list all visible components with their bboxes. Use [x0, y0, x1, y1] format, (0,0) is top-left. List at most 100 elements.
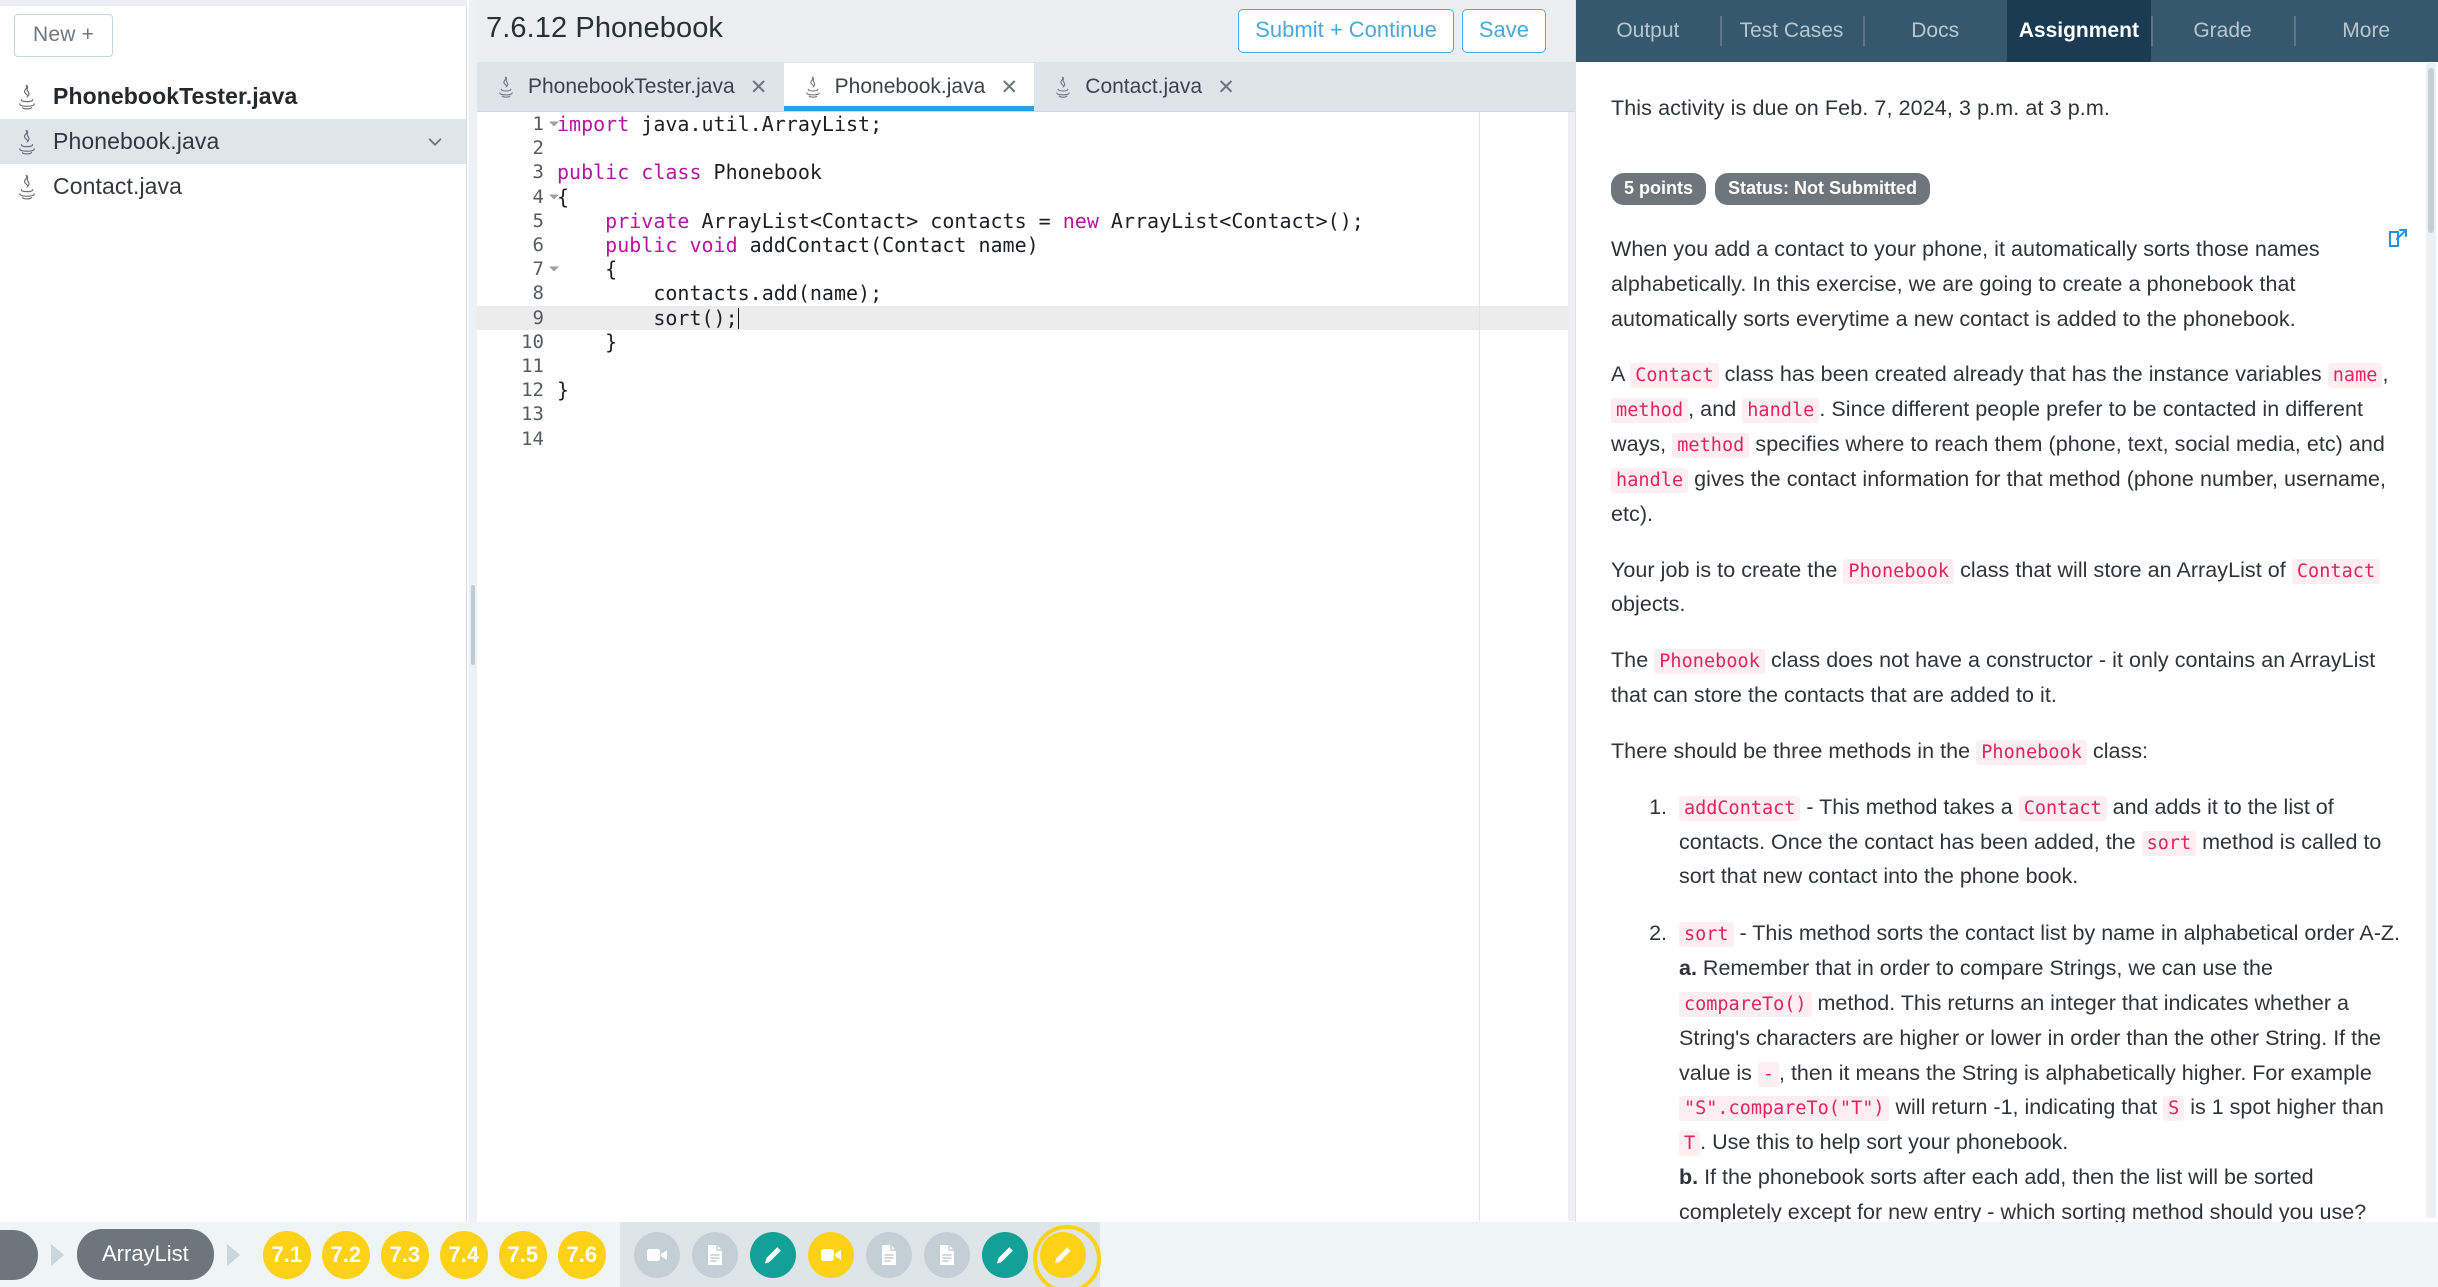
right-panel-tab[interactable]: Test Cases — [1719, 0, 1864, 62]
assignment-scrollbar-thumb[interactable] — [2428, 68, 2434, 233]
right-panel-tabs: Output Test Cases Docs Assignment Grade More — [1576, 0, 2438, 62]
points-badge: 5 points — [1611, 173, 1707, 205]
code-lines: 1 import java.util.ArrayList; 2 3 public cla… — [477, 112, 1575, 451]
doc-icon — [707, 1244, 722, 1265]
lesson-dot[interactable]: 7.4 — [439, 1230, 488, 1279]
line-number: 13 — [521, 403, 544, 426]
code-keyword: new — [1062, 208, 1099, 233]
code-line[interactable]: 6 public void addContact(Contact name) — [477, 233, 1575, 257]
activity-pencil-icon[interactable] — [1032, 1224, 1101, 1287]
paragraph-text: class that will store an ArrayList of — [1954, 557, 2292, 582]
code-editor-pane: 7.6.12 Phonebook Submit + Continue Save … — [477, 0, 1575, 1222]
code-line[interactable]: 12} — [477, 378, 1575, 402]
java-file-icon — [19, 174, 35, 199]
right-panel-tab[interactable]: Docs — [1863, 0, 2007, 62]
code-line[interactable]: 5 private ArrayList<Contact> contacts = … — [477, 209, 1575, 233]
code-fold-icon[interactable] — [549, 121, 559, 127]
assignment-scrollbar[interactable] — [2426, 63, 2436, 1218]
code-line-content: public class Phonebook — [550, 160, 822, 184]
code-text-span: ArrayList<Contact>(); — [1098, 208, 1364, 233]
code-line-content: } — [550, 330, 617, 354]
right-panel-tab[interactable]: Output — [1576, 0, 1720, 62]
code-fold-icon[interactable] — [549, 194, 559, 200]
paragraph-text: There should be three methods in the — [1611, 738, 1977, 763]
java-file-icon — [19, 129, 35, 154]
lesson-dot[interactable]: 7.5 — [498, 1230, 547, 1279]
sidebar-editor-splitter[interactable] — [469, 0, 477, 1222]
inline-code: sort — [1679, 922, 1734, 948]
editor-vertical-scrollbar[interactable] — [1568, 112, 1575, 1221]
activity-doc-icon[interactable] — [923, 1231, 970, 1278]
activity-pencil-icon[interactable] — [749, 1231, 796, 1278]
code-line[interactable]: 8 contacts.add(name); — [477, 281, 1575, 305]
code-line[interactable]: 7 { — [477, 257, 1575, 281]
code-line[interactable]: 14 — [477, 426, 1575, 450]
right-panel-tab-label: Output — [1616, 19, 1680, 42]
sidebar-file-item[interactable]: PhonebookTester.java — [0, 74, 466, 119]
right-panel-tab[interactable]: More — [2294, 0, 2438, 62]
lesson-dot[interactable]: 7.2 — [321, 1230, 370, 1279]
splitter-grip[interactable] — [471, 585, 475, 665]
inline-code: Contact — [2018, 795, 2107, 821]
inline-code: "S".compareTo("T") — [1679, 1096, 1890, 1122]
code-fold-icon[interactable] — [549, 266, 559, 272]
submit-continue-button[interactable]: Submit + Continue — [1238, 9, 1454, 53]
right-panel-tab-label: Grade — [2193, 19, 2252, 42]
sidebar-file-item[interactable]: Contact.java — [0, 164, 466, 209]
editor-tabstrip: PhonebookTester.java ✕ Phonebook.java ✕ Cont… — [477, 63, 1575, 112]
editor-tab[interactable]: Contact.java ✕ — [1034, 63, 1252, 111]
line-number: 7 — [477, 258, 559, 280]
breadcrumb-unit[interactable]: ArrayList — [77, 1229, 214, 1280]
code-text-span: addContact(Contact name) — [737, 233, 1039, 258]
pencil-icon — [1054, 1246, 1071, 1263]
file-list: PhonebookTester.java Phonebook.java Contac… — [0, 74, 466, 209]
list-sub-marker: b. — [1679, 1165, 1699, 1190]
code-line[interactable]: 4{ — [477, 185, 1575, 209]
activity-video-icon[interactable] — [633, 1231, 680, 1278]
lesson-dot[interactable]: 7.1 — [262, 1230, 311, 1279]
line-number: 2 — [532, 137, 544, 160]
assignment-paragraph: Your job is to create the Phonebook clas… — [1611, 553, 2406, 623]
assignment-sub-item: a. Remember that in order to compare Str… — [1679, 951, 2406, 1160]
code-line[interactable]: 9 sort(); — [477, 305, 1575, 330]
code-line[interactable]: 13 — [477, 402, 1575, 426]
code-line[interactable]: 1 import java.util.ArrayList; — [477, 112, 1575, 136]
editor-tab[interactable]: PhonebookTester.java ✕ — [477, 63, 784, 111]
code-text-span: contacts.add(name); — [557, 281, 883, 306]
close-icon[interactable]: ✕ — [1000, 75, 1018, 100]
inline-code: Contact — [2291, 558, 2381, 584]
activity-pencil-icon[interactable] — [981, 1231, 1028, 1278]
breadcrumb-previous-partial[interactable] — [0, 1229, 38, 1280]
activity-video-icon[interactable] — [807, 1231, 854, 1278]
pencil-icon — [764, 1246, 781, 1263]
activity-icon-strip — [619, 1222, 1101, 1287]
lesson-dot[interactable]: 7.3 — [380, 1230, 429, 1279]
code-area[interactable]: 1 import java.util.ArrayList; 2 3 public cla… — [477, 112, 1575, 1221]
code-line[interactable]: 2 — [477, 136, 1575, 160]
open-external-icon[interactable] — [2386, 226, 2410, 250]
code-line[interactable]: 10 } — [477, 330, 1575, 354]
new-file-button[interactable]: New + — [14, 14, 114, 57]
close-icon[interactable]: ✕ — [750, 75, 768, 100]
right-panel-tab[interactable]: Grade — [2150, 0, 2295, 62]
code-line-content: private ArrayList<Contact> contacts = ne… — [550, 209, 1364, 233]
line-number: 1 — [477, 113, 559, 135]
right-panel-tab[interactable]: Assignment — [2007, 0, 2151, 62]
close-icon[interactable]: ✕ — [1217, 75, 1235, 100]
code-line[interactable]: 11 — [477, 354, 1575, 378]
code-keyword: import — [557, 112, 630, 137]
activity-doc-icon[interactable] — [691, 1231, 738, 1278]
line-number: 6 — [532, 234, 544, 257]
line-number: 8 — [532, 282, 544, 305]
sidebar-file-item[interactable]: Phonebook.java — [0, 119, 466, 164]
right-panel-tab-label: More — [2342, 19, 2391, 42]
editor-tab[interactable]: Phonebook.java ✕ — [783, 63, 1035, 111]
lesson-dot[interactable]: 7.6 — [557, 1230, 606, 1279]
code-line[interactable]: 3 public class Phonebook — [477, 160, 1575, 184]
activity-doc-icon[interactable] — [865, 1231, 912, 1278]
new-button-container: New + — [0, 0, 466, 57]
save-button[interactable]: Save — [1461, 9, 1546, 53]
chevron-down-icon[interactable] — [426, 133, 444, 151]
assignment-paragraph: There should be three methods in the Pho… — [1611, 734, 2406, 769]
sidebar-top-divider — [0, 0, 467, 6]
